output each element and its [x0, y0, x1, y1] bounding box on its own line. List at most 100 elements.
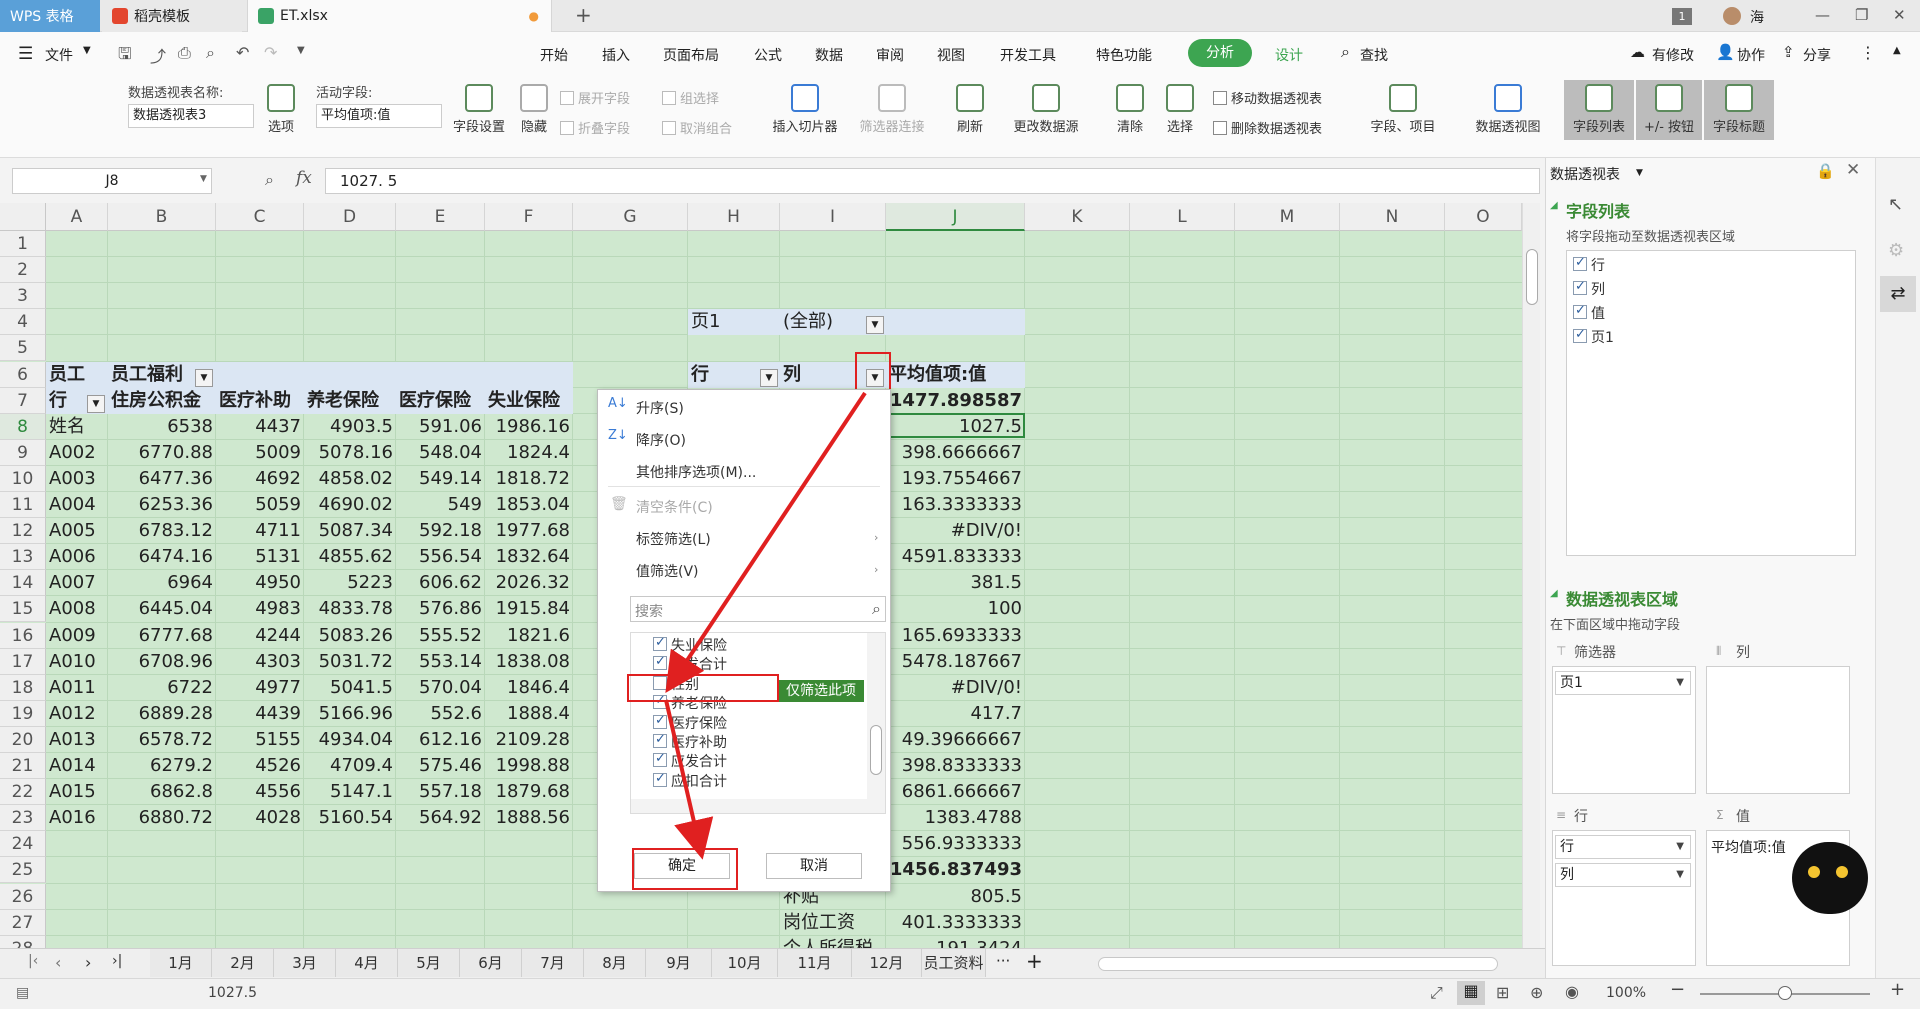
row-header-24[interactable]: 24	[0, 831, 46, 858]
column-header-n[interactable]: N	[1340, 203, 1445, 231]
row-header-11[interactable]: 11	[0, 492, 46, 519]
field-list-collapse-icon[interactable]: ◢	[1550, 200, 1558, 211]
data-cell[interactable]: 1846.4	[488, 675, 570, 701]
print-icon[interactable]: ⎙	[178, 43, 191, 63]
menu-data[interactable]: 数据	[815, 45, 843, 65]
data-cell[interactable]: 557.18	[399, 779, 482, 805]
horizontal-scrollbar[interactable]	[1098, 957, 1498, 971]
normal-view-icon[interactable]: ▦	[1457, 981, 1485, 1005]
data-cell[interactable]: 6722	[111, 675, 213, 701]
data-cell[interactable]: 606.62	[399, 570, 482, 596]
filter-only-this-button[interactable]: 仅筛选此项	[778, 680, 864, 702]
options-button[interactable]: 选项	[256, 84, 306, 135]
row-header-18[interactable]: 18	[0, 674, 46, 701]
column-header-i[interactable]: I	[780, 203, 886, 231]
row-header-13[interactable]: 13	[0, 544, 46, 571]
column-header-d[interactable]: D	[304, 203, 396, 231]
filter-item-checkbox[interactable]	[653, 751, 667, 768]
row-header-5[interactable]: 5	[0, 335, 46, 362]
panel-field-label[interactable]: 页1	[1591, 327, 1614, 347]
sheet-tab[interactable]: 12月	[852, 949, 922, 977]
export-icon[interactable]: ⤴	[150, 43, 166, 67]
data-cell[interactable]: 1888.4	[488, 701, 570, 727]
avg-value-cell[interactable]: 4591.833333	[889, 544, 1022, 570]
row-header-7[interactable]: 7	[0, 387, 46, 414]
row-header-12[interactable]: 12	[0, 518, 46, 545]
avg-value-cell[interactable]: 193.7554667	[889, 466, 1022, 492]
fx-icon[interactable]: fx	[296, 168, 312, 188]
panel-field-label[interactable]: 行	[1591, 255, 1605, 275]
header-avg-value[interactable]: 平均值项:值	[889, 362, 1022, 388]
restore-icon[interactable]: ❐	[1855, 6, 1868, 24]
data-cell[interactable]: 6889.28	[111, 701, 213, 727]
select-all-corner[interactable]	[0, 203, 46, 231]
zoom-slider-thumb[interactable]	[1778, 986, 1792, 1000]
data-cell[interactable]: 4977	[219, 675, 301, 701]
avg-value-cell[interactable]: 417.7	[889, 701, 1022, 727]
vertical-scrollbar[interactable]	[1522, 203, 1540, 948]
data-cell[interactable]: 1838.08	[488, 649, 570, 675]
modified-button[interactable]: 有修改	[1652, 45, 1694, 65]
data-cell[interactable]: 2026.32	[488, 570, 570, 596]
avg-value-cell[interactable]: 100	[889, 596, 1022, 622]
next-sheet-icon[interactable]: ›	[85, 953, 91, 972]
data-cell[interactable]: 6770.88	[111, 440, 213, 466]
row-label[interactable]: A010	[49, 649, 105, 675]
panel-field-checkbox[interactable]	[1573, 327, 1587, 343]
data-cell[interactable]: 564.92	[399, 805, 482, 831]
data-cell[interactable]: 548.04	[399, 440, 482, 466]
filter-item-checkbox[interactable]	[653, 713, 667, 729]
field-list-toggle[interactable]: 字段列表	[1564, 80, 1634, 140]
data-cell[interactable]: 1986.16	[488, 414, 570, 440]
avg-value-cell[interactable]: 398.6666667	[889, 440, 1022, 466]
collapse-ribbon-icon[interactable]: ▲	[1893, 45, 1901, 56]
data-cell[interactable]: 6708.96	[111, 649, 213, 675]
file-menu[interactable]: 文件	[45, 45, 73, 65]
row-label[interactable]: A002	[49, 440, 105, 466]
data-cell[interactable]: 575.46	[399, 753, 482, 779]
search-field[interactable]: 搜索 ⌕	[630, 596, 886, 622]
add-sheet-icon[interactable]: +	[1026, 949, 1043, 973]
row-header-19[interactable]: 19	[0, 700, 46, 727]
clear-condition-item[interactable]: 清空条件(C)	[636, 497, 713, 517]
menu-features[interactable]: 特色功能	[1096, 45, 1152, 65]
data-cell[interactable]: 4556	[219, 779, 301, 805]
header-r7b[interactable]: 住房公积金	[111, 388, 213, 414]
data-cell[interactable]: 5031.72	[307, 649, 393, 675]
avg-value-cell[interactable]: 5478.187667	[889, 649, 1022, 675]
column-header-h[interactable]: H	[688, 203, 780, 231]
data-cell[interactable]: 1832.64	[488, 544, 570, 570]
data-cell[interactable]: 1977.68	[488, 518, 570, 544]
data-cell[interactable]: 6474.16	[111, 544, 213, 570]
data-cell[interactable]: 5155	[219, 727, 301, 753]
row-header-6[interactable]: 6	[0, 361, 46, 388]
filter-item-label[interactable]: 医疗补助	[671, 732, 727, 752]
column-header-b[interactable]: B	[108, 203, 216, 231]
data-cell[interactable]: 612.16	[399, 727, 482, 753]
avg-value-cell[interactable]: 398.8333333	[889, 753, 1022, 779]
menu-design[interactable]: 设计	[1275, 45, 1303, 65]
column-header-m[interactable]: M	[1235, 203, 1340, 231]
menu-home[interactable]: 开始	[540, 45, 568, 65]
row-label[interactable]: A014	[49, 753, 105, 779]
save-icon[interactable]: 🖫	[118, 43, 132, 70]
avg-value-cell[interactable]: 191.3424	[889, 936, 1022, 948]
minimize-icon[interactable]: —	[1815, 6, 1830, 24]
search-icon[interactable]: ⌕	[1341, 42, 1350, 62]
row-label[interactable]: A016	[49, 805, 105, 831]
list-scroll-thumb[interactable]	[870, 725, 882, 775]
eye-protection-icon[interactable]: ◉	[1565, 982, 1579, 1001]
more-sort-item[interactable]: 其他排序选项(M)...	[636, 462, 756, 482]
area-collapse-icon[interactable]: ◢	[1550, 588, 1558, 599]
column-header-f[interactable]: F	[485, 203, 573, 231]
data-cell[interactable]: 5078.16	[307, 440, 393, 466]
data-cell[interactable]: 4858.02	[307, 466, 393, 492]
data-cell[interactable]: 6777.68	[111, 623, 213, 649]
hide-button[interactable]: 隐藏	[514, 84, 554, 135]
data-cell[interactable]: 6477.36	[111, 466, 213, 492]
data-cell[interactable]: 5147.1	[307, 779, 393, 805]
pivot-name-input[interactable]: 数据透视表3	[128, 104, 254, 128]
data-cell[interactable]: 6253.36	[111, 492, 213, 518]
data-cell[interactable]: 4903.5	[307, 414, 393, 440]
filter-item-list[interactable]: 失业保险实发合计性别养老保险医疗保险医疗补助应发合计应扣合计	[630, 632, 886, 814]
